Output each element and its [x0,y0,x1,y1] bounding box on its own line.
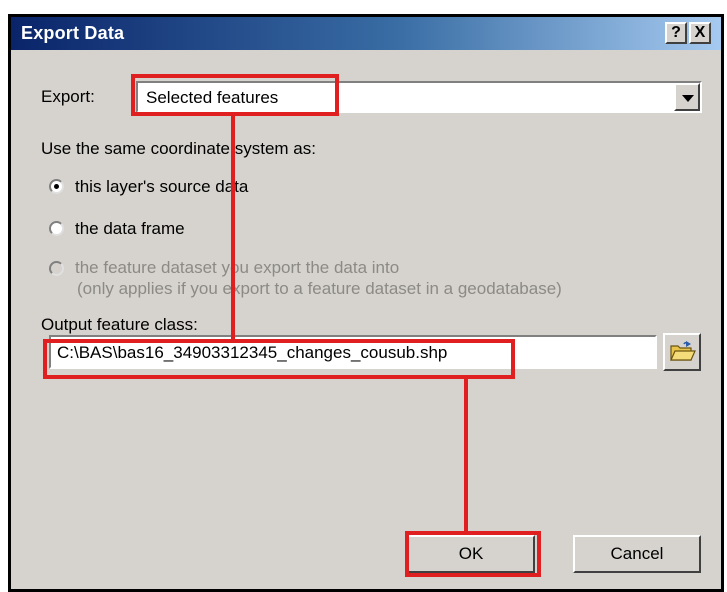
radio-source-data[interactable] [49,179,64,194]
dialog-title: Export Data [21,23,125,43]
annotation-box-ok [405,531,541,577]
output-feature-class-label: Output feature class: [41,315,198,334]
radio-data-frame-label: the data frame [75,219,185,238]
radio-data-frame[interactable] [49,221,64,236]
annotation-box-output [43,339,515,379]
radio-feature-dataset[interactable] [49,261,64,276]
help-button[interactable]: ? [665,22,687,44]
export-label: Export: [41,87,95,106]
browse-folder-button[interactable] [663,333,701,371]
open-folder-icon [670,341,696,361]
cancel-button[interactable]: Cancel [573,535,701,573]
chevron-down-icon[interactable] [674,83,700,111]
export-data-dialog: Export Data ? X Export: Selected feature… [8,14,724,592]
annotation-connector-1 [231,116,235,339]
annotation-connector-2 [464,379,468,531]
radio-feature-dataset-sublabel: (only applies if you export to a feature… [77,279,562,298]
coordinate-system-heading: Use the same coordinate system as: [41,139,316,158]
title-bar: Export Data ? X [11,17,721,50]
close-button[interactable]: X [689,22,711,44]
radio-feature-dataset-label: the feature dataset you export the data … [75,258,400,277]
annotation-box-export [131,74,339,116]
radio-source-data-label: this layer's source data [75,177,249,196]
